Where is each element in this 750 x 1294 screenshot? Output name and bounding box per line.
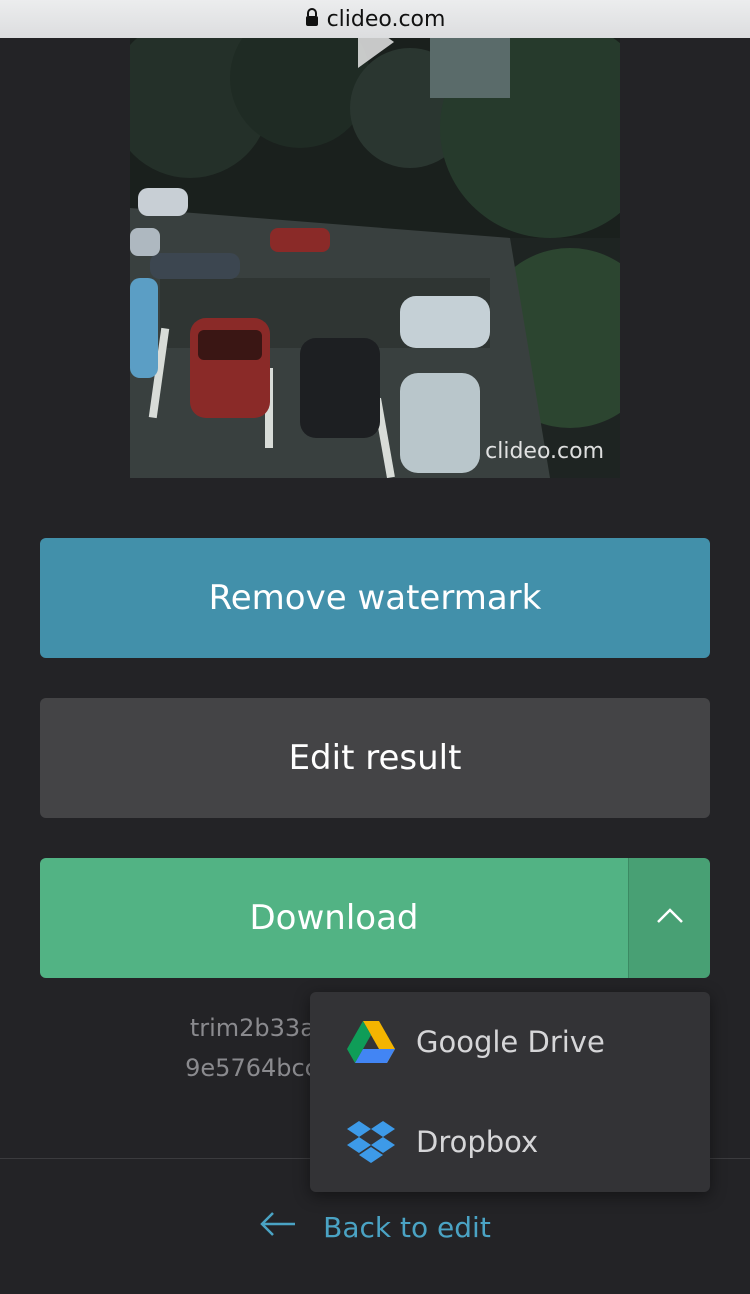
browser-url-bar[interactable]: clideo.com xyxy=(0,0,750,38)
video-watermark: clideo.com xyxy=(485,439,604,464)
remove-watermark-button[interactable]: Remove watermark xyxy=(40,538,710,658)
dropbox-icon xyxy=(346,1120,396,1164)
download-button[interactable]: Download xyxy=(40,858,628,978)
back-to-edit-label: Back to edit xyxy=(323,1210,491,1244)
video-preview[interactable]: clideo.com xyxy=(130,38,620,478)
menu-item-dropbox[interactable]: Dropbox xyxy=(310,1092,710,1192)
dropbox-label: Dropbox xyxy=(416,1125,539,1159)
chevron-up-icon xyxy=(656,907,684,929)
arrow-left-icon xyxy=(259,1211,297,1244)
play-icon[interactable] xyxy=(358,38,394,68)
menu-item-google-drive[interactable]: Google Drive xyxy=(310,992,710,1092)
lock-icon xyxy=(305,7,319,32)
download-destination-menu: Google Drive Dropbox xyxy=(310,992,710,1192)
google-drive-icon xyxy=(346,1020,396,1064)
download-options-toggle[interactable] xyxy=(629,858,710,978)
video-frame-image xyxy=(130,38,620,478)
edit-result-button[interactable]: Edit result xyxy=(40,698,710,818)
back-to-edit-link[interactable]: Back to edit xyxy=(0,1200,750,1254)
google-drive-label: Google Drive xyxy=(416,1025,605,1059)
url-text: clideo.com xyxy=(326,6,446,32)
download-button-group: Download xyxy=(40,858,710,978)
